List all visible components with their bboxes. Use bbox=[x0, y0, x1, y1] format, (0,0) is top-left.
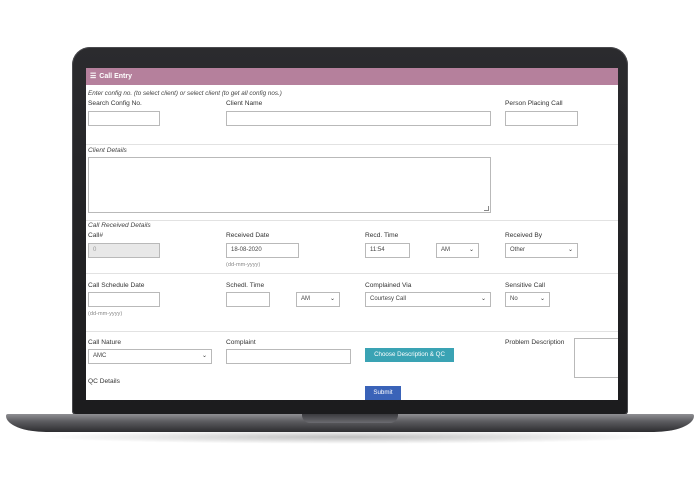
recd-time-label: Recd. Time bbox=[365, 232, 399, 239]
hamburger-icon[interactable]: ☰ bbox=[90, 73, 96, 80]
call-nature-value: AMC bbox=[93, 353, 107, 359]
recd-time-input[interactable]: 11:54 bbox=[365, 243, 410, 258]
call-received-section-label: Call Received Details bbox=[88, 222, 151, 229]
received-by-select[interactable]: Other ⌄ bbox=[505, 243, 578, 258]
complained-via-select[interactable]: Courtesy Call ⌄ bbox=[365, 292, 491, 307]
problem-description-label: Problem Description bbox=[505, 339, 565, 346]
call-nature-select[interactable]: AMC ⌄ bbox=[88, 349, 212, 364]
call-schedule-date-format-hint: (dd-mm-yyyy) bbox=[88, 311, 123, 317]
schedl-ampm-select[interactable]: AM ⌄ bbox=[296, 292, 340, 307]
received-by-value: Other bbox=[510, 247, 526, 253]
section-divider bbox=[86, 144, 618, 145]
client-details-textarea[interactable] bbox=[88, 157, 491, 213]
sensitive-call-select[interactable]: No ⌄ bbox=[505, 292, 550, 307]
call-schedule-date-label: Call Schedule Date bbox=[88, 282, 145, 289]
search-config-label: Search Config No. bbox=[88, 100, 142, 107]
laptop-notch bbox=[302, 414, 398, 423]
chevron-down-icon: ⌄ bbox=[201, 353, 207, 359]
received-by-label: Received By bbox=[505, 232, 543, 239]
schedl-ampm-value: AM bbox=[301, 296, 310, 302]
client-details-label: Client Details bbox=[88, 147, 127, 154]
received-date-input[interactable]: 18-08-2020 bbox=[226, 243, 299, 258]
person-placing-call-input[interactable] bbox=[505, 111, 578, 126]
section-divider bbox=[86, 331, 618, 332]
client-name-input[interactable] bbox=[226, 111, 491, 126]
sensitive-call-label: Sensitive Call bbox=[505, 282, 545, 289]
submit-button[interactable]: Submit bbox=[365, 386, 401, 400]
call-no-input: 0 bbox=[88, 243, 160, 258]
call-nature-label: Call Nature bbox=[88, 339, 121, 346]
qc-details-label: QC Details bbox=[88, 378, 120, 385]
complained-via-label: Complained Via bbox=[365, 282, 412, 289]
window-titlebar: ☰ Call Entry bbox=[86, 68, 618, 85]
app-screen: ☰ Call Entry Enter config no. (to select … bbox=[86, 68, 618, 400]
search-config-input[interactable] bbox=[88, 111, 160, 126]
section-divider bbox=[86, 220, 618, 221]
client-name-label: Client Name bbox=[226, 100, 263, 107]
problem-description-textarea[interactable] bbox=[574, 338, 618, 378]
window-title: Call Entry bbox=[99, 73, 132, 80]
call-schedule-date-input[interactable] bbox=[88, 292, 160, 307]
instructions-text: Enter config no. (to select client) or s… bbox=[88, 90, 282, 97]
received-date-format-hint: (dd-mm-yyyy) bbox=[226, 262, 261, 268]
chevron-down-icon: ⌄ bbox=[468, 247, 474, 253]
chevron-down-icon: ⌄ bbox=[329, 296, 335, 302]
recd-ampm-value: AM bbox=[441, 247, 450, 253]
section-divider bbox=[86, 273, 618, 274]
call-no-label: Call# bbox=[88, 232, 104, 239]
person-placing-call-label: Person Placing Call bbox=[505, 100, 563, 107]
complained-via-value: Courtesy Call bbox=[370, 296, 407, 302]
choose-description-qc-button[interactable]: Choose Description & QC bbox=[365, 348, 454, 362]
chevron-down-icon: ⌄ bbox=[539, 296, 545, 302]
chevron-down-icon: ⌄ bbox=[480, 296, 486, 302]
schedl-time-label: Schedl. Time bbox=[226, 282, 265, 289]
resize-grip-icon[interactable] bbox=[484, 206, 489, 211]
laptop-shadow bbox=[40, 430, 660, 444]
sensitive-call-value: No bbox=[510, 296, 518, 302]
schedl-time-input[interactable] bbox=[226, 292, 270, 307]
complaint-input[interactable] bbox=[226, 349, 351, 364]
chevron-down-icon: ⌄ bbox=[567, 247, 573, 253]
recd-ampm-select[interactable]: AM ⌄ bbox=[436, 243, 479, 258]
complaint-label: Complaint bbox=[226, 339, 256, 346]
received-date-label: Received Date bbox=[226, 232, 270, 239]
